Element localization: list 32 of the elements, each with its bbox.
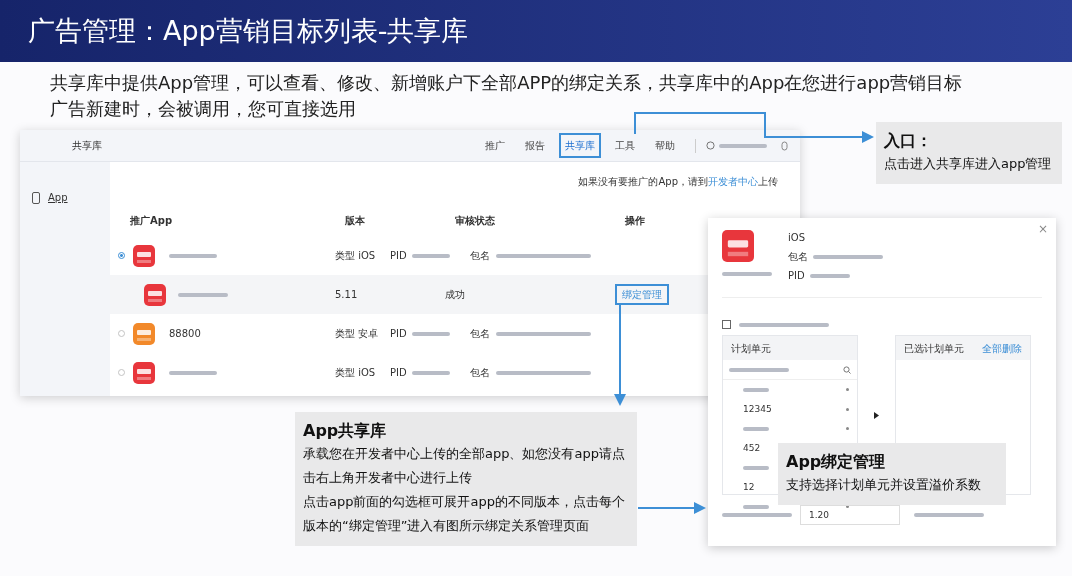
type-cell: 类型 iOS bbox=[335, 367, 376, 378]
type-cell: 类型 iOS bbox=[335, 250, 376, 261]
pid-label: PID bbox=[390, 366, 407, 380]
package-label: 包名 bbox=[470, 327, 490, 341]
slide-title: 广告管理：App营销目标列表-共享库 bbox=[28, 13, 469, 48]
column-header: 审核状态 bbox=[455, 214, 495, 226]
column-header: 版本 bbox=[345, 214, 365, 226]
status-cell: 成功 bbox=[445, 289, 465, 300]
package-label: 包名 bbox=[470, 366, 490, 380]
page-title: 共享库 bbox=[72, 139, 102, 153]
callout-text: 点击进入共享库进入app管理 bbox=[884, 155, 1053, 173]
intro-text: 共享库中提供App管理，可以查看、修改、新增账户下全部APP的绑定关系，共享库中的App在您进行app营销目标广告新建时，会被调用，您可直接选用 bbox=[50, 71, 964, 121]
type-cell: 类型 安卓 bbox=[335, 328, 379, 339]
callout-title: 入口： bbox=[884, 130, 933, 152]
pane-title: 已选计划单元 bbox=[904, 341, 964, 356]
pane-title: 计划单元 bbox=[731, 341, 771, 356]
callout-text: 支持选择计划单元并设置溢价系数 bbox=[786, 476, 982, 494]
pid-label: PID bbox=[788, 269, 805, 283]
package-label: 包名 bbox=[788, 250, 808, 264]
package-label: 包名 bbox=[470, 249, 490, 263]
column-header: 推广App bbox=[130, 214, 173, 226]
callout-title: App绑定管理 bbox=[786, 451, 887, 473]
column-header: 操作 bbox=[625, 214, 645, 226]
callout-text: 点击app前面的勾选框可展开app的不同版本，点击每个版本的“绑定管理”进入有图所示绑定关系管理页面 bbox=[303, 493, 626, 535]
pid-label: PID bbox=[390, 249, 407, 263]
upload-hint: 如果没有要推广的App，请到开发者中心上传 bbox=[578, 176, 778, 187]
callout-text: 承载您在开发者中心上传的全部app、如您没有app请点击右上角开发者中心进行上传 bbox=[303, 445, 626, 487]
pid-label: PID bbox=[390, 327, 407, 341]
platform-text: iOS bbox=[788, 231, 806, 245]
version-cell: 5.11 bbox=[335, 289, 358, 300]
app-name: 88800 bbox=[169, 328, 201, 339]
callout-title: App共享库 bbox=[303, 420, 388, 442]
